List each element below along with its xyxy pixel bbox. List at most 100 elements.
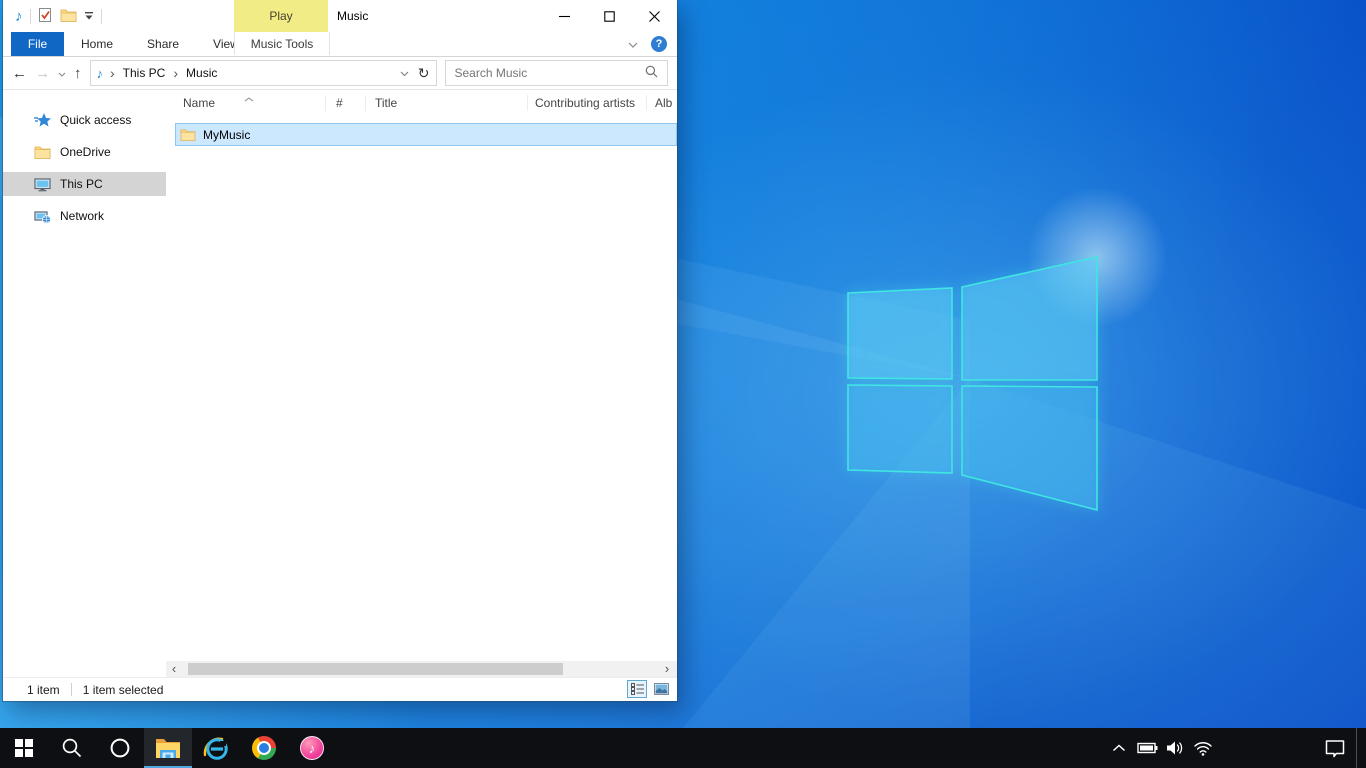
properties-icon[interactable] <box>38 7 53 26</box>
close-button[interactable] <box>632 0 677 32</box>
back-button[interactable]: ← <box>12 66 27 81</box>
sidebar-item-label: OneDrive <box>60 145 111 159</box>
location-music-icon: ♪ <box>97 66 106 81</box>
large-icons-view-icon <box>654 683 669 695</box>
item-count: 1 item <box>27 683 60 697</box>
scrollbar-thumb[interactable] <box>188 663 563 675</box>
column-header-number[interactable]: # <box>326 95 366 111</box>
recent-locations-chevron-icon[interactable] <box>58 66 66 80</box>
network-computer-icon <box>34 209 51 224</box>
sidebar-item-label: Network <box>60 209 104 223</box>
breadcrumb-this-pc[interactable]: This PC <box>120 66 169 80</box>
file-row-mymusic[interactable]: MyMusic <box>175 123 677 146</box>
system-tray <box>1108 728 1214 768</box>
selection-count: 1 item selected <box>83 683 164 697</box>
tab-home[interactable]: Home <box>64 32 130 56</box>
start-button[interactable] <box>0 728 48 768</box>
show-hidden-icons-button[interactable] <box>1108 728 1130 768</box>
separator <box>101 9 102 24</box>
explorer-main: Quick access OneDrive This PC Network Na… <box>3 90 677 677</box>
status-divider <box>71 683 72 696</box>
search-placeholder: Search Music <box>455 66 646 80</box>
action-center-icon <box>1324 739 1346 758</box>
refresh-button[interactable]: ↻ <box>412 65 430 82</box>
quick-access-star-icon <box>34 112 51 128</box>
ribbon-tab-row: File Home Share View Music Tools ? <box>3 32 677 57</box>
taskbar: ♪ <box>0 728 1366 768</box>
navigation-bar: ← → ↑ ♪ › This PC › Music ↻ Search Music <box>3 57 677 90</box>
details-view-button[interactable] <box>627 680 647 698</box>
column-header-contributing-artists[interactable]: Contributing artists <box>528 95 647 111</box>
large-icons-view-button[interactable] <box>651 680 671 698</box>
windows-start-icon <box>15 739 33 757</box>
windows-logo <box>845 250 1100 512</box>
maximize-button[interactable] <box>587 0 632 32</box>
sidebar-item-label: Quick access <box>60 113 131 127</box>
speaker-icon <box>1165 740 1185 756</box>
quick-access-toolbar: ♪ <box>3 0 102 32</box>
file-list-pane: Name # Title Contributing artists Alb My… <box>166 90 677 677</box>
column-header-album[interactable]: Alb <box>647 95 677 111</box>
itunes-icon: ♪ <box>300 736 324 760</box>
column-headers: Name # Title Contributing artists Alb <box>166 90 677 116</box>
file-explorer-window: ♪ Play Music <box>3 0 677 701</box>
search-icon[interactable] <box>645 65 658 81</box>
forward-button[interactable]: → <box>35 66 50 81</box>
show-desktop-button[interactable] <box>1356 728 1366 768</box>
file-name: MyMusic <box>203 128 250 142</box>
tab-share[interactable]: Share <box>130 32 196 56</box>
this-pc-monitor-icon <box>34 177 51 192</box>
new-folder-icon[interactable] <box>60 8 77 25</box>
contextual-tab-play[interactable]: Play <box>234 0 328 32</box>
address-bar[interactable]: ♪ › This PC › Music ↻ <box>90 60 437 86</box>
scroll-right-arrow[interactable]: › <box>659 661 675 677</box>
breadcrumb-chevron: › <box>171 66 180 80</box>
volume-tray-icon[interactable] <box>1164 728 1186 768</box>
wifi-tray-icon[interactable] <box>1192 728 1214 768</box>
view-toggles <box>627 680 671 698</box>
details-view-icon <box>631 683 644 695</box>
taskbar-search-button[interactable] <box>48 728 96 768</box>
sidebar-item-quick-access[interactable]: Quick access <box>3 108 166 132</box>
folder-icon <box>180 128 196 141</box>
customize-quick-access-toolbar-icon[interactable] <box>84 9 94 23</box>
separator <box>30 9 31 24</box>
sidebar-item-network[interactable]: Network <box>3 204 166 228</box>
internet-explorer-icon <box>203 735 230 761</box>
status-bar: 1 item 1 item selected <box>3 677 677 701</box>
tab-group-music-tools[interactable]: Music Tools <box>234 32 330 55</box>
title-bar: ♪ Play Music <box>3 0 677 32</box>
cortana-circle-icon <box>109 737 131 759</box>
search-box[interactable]: Search Music <box>445 60 669 86</box>
address-dropdown-chevron-icon[interactable] <box>400 66 409 80</box>
battery-icon <box>1137 742 1158 754</box>
taskbar-chrome-button[interactable] <box>240 728 288 768</box>
breadcrumb-music[interactable]: Music <box>183 66 220 80</box>
tab-file[interactable]: File <box>11 32 64 56</box>
taskbar-itunes-button[interactable]: ♪ <box>288 728 336 768</box>
up-button[interactable]: ↑ <box>74 66 82 81</box>
taskbar-internet-explorer-button[interactable] <box>192 728 240 768</box>
sidebar-item-onedrive[interactable]: OneDrive <box>3 140 166 164</box>
wifi-icon <box>1193 741 1213 756</box>
chevron-up-icon <box>1112 744 1126 752</box>
sidebar-item-this-pc[interactable]: This PC <box>3 172 166 196</box>
scroll-left-arrow[interactable]: ‹ <box>166 661 182 677</box>
ribbon-right-controls: ? <box>628 32 667 56</box>
cortana-button[interactable] <box>96 728 144 768</box>
app-music-note-icon: ♪ <box>15 9 23 24</box>
window-controls <box>542 0 677 32</box>
battery-tray-icon[interactable] <box>1136 728 1158 768</box>
file-explorer-icon <box>155 738 181 759</box>
sort-ascending-icon <box>244 91 254 105</box>
column-header-title[interactable]: Title <box>366 95 528 111</box>
taskbar-file-explorer-button[interactable] <box>144 728 192 768</box>
breadcrumb-chevron: › <box>108 66 117 80</box>
help-button[interactable]: ? <box>651 36 667 52</box>
window-title: Music <box>337 0 368 32</box>
horizontal-scrollbar[interactable]: ‹ › <box>166 661 677 677</box>
chrome-icon <box>252 736 276 760</box>
minimize-button[interactable] <box>542 0 587 32</box>
expand-ribbon-chevron-icon[interactable] <box>628 37 638 51</box>
action-center-button[interactable] <box>1320 728 1350 768</box>
